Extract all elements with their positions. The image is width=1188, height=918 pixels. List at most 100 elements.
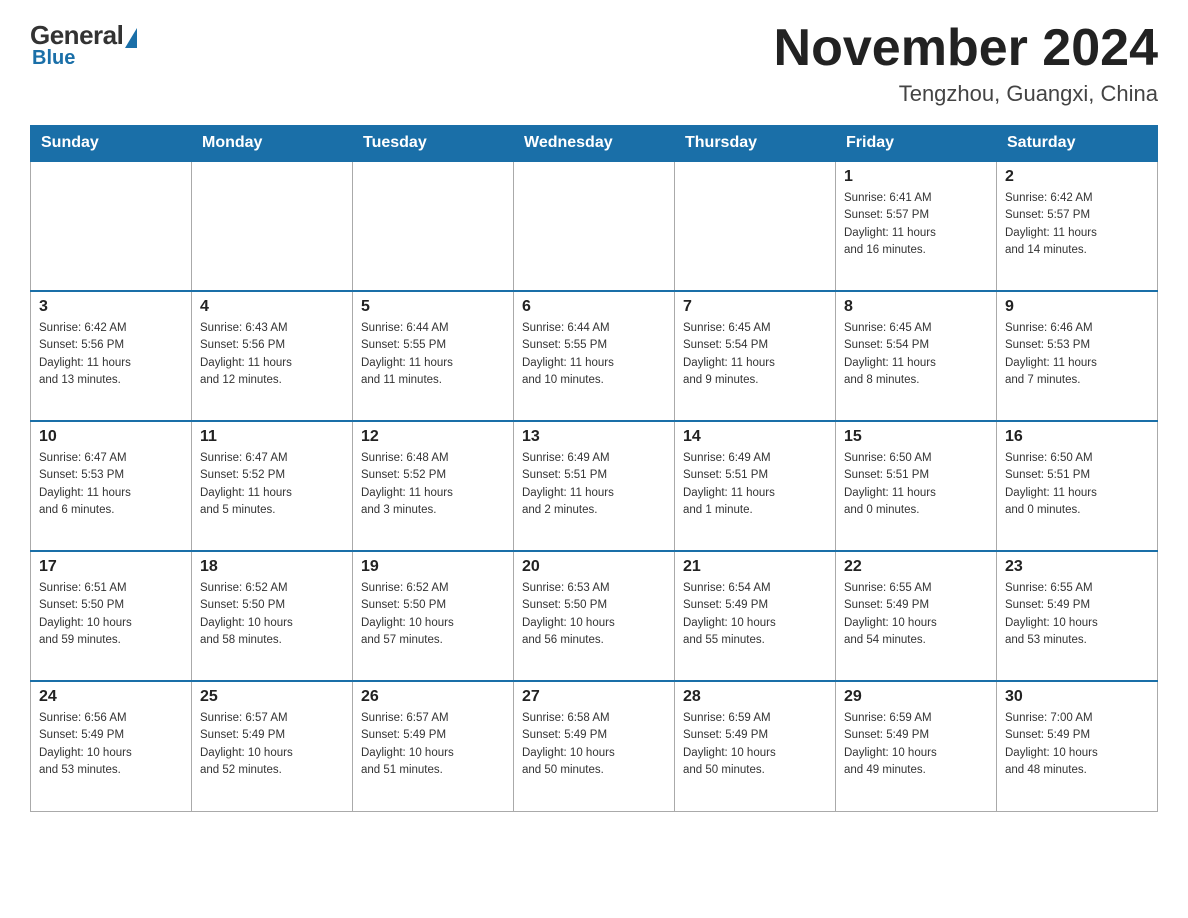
day-number: 20 <box>522 558 666 576</box>
day-number: 23 <box>1005 558 1149 576</box>
day-number: 18 <box>200 558 344 576</box>
day-info: Sunrise: 6:51 AM Sunset: 5:50 PM Dayligh… <box>39 580 183 649</box>
day-info: Sunrise: 6:52 AM Sunset: 5:50 PM Dayligh… <box>361 580 505 649</box>
day-info: Sunrise: 6:57 AM Sunset: 5:49 PM Dayligh… <box>361 710 505 779</box>
day-number: 27 <box>522 688 666 706</box>
calendar-cell: 30 Sunrise: 7:00 AM Sunset: 5:49 PM Dayli… <box>997 681 1158 811</box>
day-info: Sunrise: 6:45 AM Sunset: 5:54 PM Dayligh… <box>844 320 988 389</box>
day-info: Sunrise: 6:44 AM Sunset: 5:55 PM Dayligh… <box>522 320 666 389</box>
calendar-cell <box>31 161 192 291</box>
header-thursday: Thursday <box>675 126 836 162</box>
logo-blue-text: Blue <box>32 47 75 70</box>
week-row-3: 17Sunrise: 6:51 AM Sunset: 5:50 PM Dayli… <box>31 551 1158 681</box>
calendar-cell: 26 Sunrise: 6:57 AM Sunset: 5:49 PM Dayli… <box>353 681 514 811</box>
calendar-cell: 10Sunrise: 6:47 AM Sunset: 5:53 PM Dayli… <box>31 421 192 551</box>
calendar-cell: 25Sunrise: 6:57 AM Sunset: 5:49 PM Dayli… <box>192 681 353 811</box>
calendar-cell: 24Sunrise: 6:56 AM Sunset: 5:49 PM Dayli… <box>31 681 192 811</box>
day-number: 14 <box>683 428 827 446</box>
day-number: 11 <box>200 428 344 446</box>
calendar-cell: 5 Sunrise: 6:44 AM Sunset: 5:55 PM Daylig… <box>353 291 514 421</box>
day-info: Sunrise: 7:00 AM Sunset: 5:49 PM Dayligh… <box>1005 710 1149 779</box>
calendar-cell: 19 Sunrise: 6:52 AM Sunset: 5:50 PM Dayli… <box>353 551 514 681</box>
day-number: 22 <box>844 558 988 576</box>
day-number: 29 <box>844 688 988 706</box>
header-tuesday: Tuesday <box>353 126 514 162</box>
week-row-4: 24Sunrise: 6:56 AM Sunset: 5:49 PM Dayli… <box>31 681 1158 811</box>
day-info: Sunrise: 6:49 AM Sunset: 5:51 PM Dayligh… <box>522 450 666 519</box>
day-number: 7 <box>683 298 827 316</box>
calendar-cell: 17Sunrise: 6:51 AM Sunset: 5:50 PM Dayli… <box>31 551 192 681</box>
week-row-2: 10Sunrise: 6:47 AM Sunset: 5:53 PM Dayli… <box>31 421 1158 551</box>
day-info: Sunrise: 6:59 AM Sunset: 5:49 PM Dayligh… <box>844 710 988 779</box>
day-number: 5 <box>361 298 505 316</box>
day-number: 3 <box>39 298 183 316</box>
calendar-cell: 13 Sunrise: 6:49 AM Sunset: 5:51 PM Dayli… <box>514 421 675 551</box>
calendar-cell <box>192 161 353 291</box>
calendar-cell: 2 Sunrise: 6:42 AM Sunset: 5:57 PM Daylig… <box>997 161 1158 291</box>
month-title: November 2024 <box>774 20 1158 77</box>
calendar-cell: 7 Sunrise: 6:45 AM Sunset: 5:54 PM Daylig… <box>675 291 836 421</box>
day-number: 6 <box>522 298 666 316</box>
header-saturday: Saturday <box>997 126 1158 162</box>
day-info: Sunrise: 6:52 AM Sunset: 5:50 PM Dayligh… <box>200 580 344 649</box>
calendar-cell: 21Sunrise: 6:54 AM Sunset: 5:49 PM Dayli… <box>675 551 836 681</box>
day-number: 26 <box>361 688 505 706</box>
calendar-cell: 9 Sunrise: 6:46 AM Sunset: 5:53 PM Daylig… <box>997 291 1158 421</box>
day-number: 13 <box>522 428 666 446</box>
day-number: 30 <box>1005 688 1149 706</box>
day-number: 12 <box>361 428 505 446</box>
calendar-cell: 11 Sunrise: 6:47 AM Sunset: 5:52 PM Dayli… <box>192 421 353 551</box>
day-info: Sunrise: 6:57 AM Sunset: 5:49 PM Dayligh… <box>200 710 344 779</box>
day-number: 1 <box>844 168 988 186</box>
calendar-cell: 28Sunrise: 6:59 AM Sunset: 5:49 PM Dayli… <box>675 681 836 811</box>
calendar-cell: 12 Sunrise: 6:48 AM Sunset: 5:52 PM Dayli… <box>353 421 514 551</box>
day-info: Sunrise: 6:55 AM Sunset: 5:49 PM Dayligh… <box>1005 580 1149 649</box>
day-number: 2 <box>1005 168 1149 186</box>
calendar-cell: 14Sunrise: 6:49 AM Sunset: 5:51 PM Dayli… <box>675 421 836 551</box>
page-header: General Blue November 2024 Tengzhou, Gua… <box>30 20 1158 107</box>
day-info: Sunrise: 6:53 AM Sunset: 5:50 PM Dayligh… <box>522 580 666 649</box>
day-info: Sunrise: 6:58 AM Sunset: 5:49 PM Dayligh… <box>522 710 666 779</box>
day-info: Sunrise: 6:45 AM Sunset: 5:54 PM Dayligh… <box>683 320 827 389</box>
calendar-cell: 3 Sunrise: 6:42 AM Sunset: 5:56 PM Daylig… <box>31 291 192 421</box>
calendar-cell: 1 Sunrise: 6:41 AM Sunset: 5:57 PM Daylig… <box>836 161 997 291</box>
day-number: 8 <box>844 298 988 316</box>
day-info: Sunrise: 6:42 AM Sunset: 5:57 PM Dayligh… <box>1005 190 1149 259</box>
day-number: 28 <box>683 688 827 706</box>
logo-triangle-icon <box>125 28 137 48</box>
weekday-header-row: Sunday Monday Tuesday Wednesday Thursday… <box>31 126 1158 162</box>
header-wednesday: Wednesday <box>514 126 675 162</box>
calendar-cell: 27 Sunrise: 6:58 AM Sunset: 5:49 PM Dayli… <box>514 681 675 811</box>
logo: General Blue <box>30 20 137 70</box>
day-info: Sunrise: 6:46 AM Sunset: 5:53 PM Dayligh… <box>1005 320 1149 389</box>
header-monday: Monday <box>192 126 353 162</box>
week-row-0: 1 Sunrise: 6:41 AM Sunset: 5:57 PM Daylig… <box>31 161 1158 291</box>
day-info: Sunrise: 6:55 AM Sunset: 5:49 PM Dayligh… <box>844 580 988 649</box>
day-info: Sunrise: 6:47 AM Sunset: 5:52 PM Dayligh… <box>200 450 344 519</box>
day-info: Sunrise: 6:43 AM Sunset: 5:56 PM Dayligh… <box>200 320 344 389</box>
day-number: 21 <box>683 558 827 576</box>
day-info: Sunrise: 6:41 AM Sunset: 5:57 PM Dayligh… <box>844 190 988 259</box>
calendar-cell: 4Sunrise: 6:43 AM Sunset: 5:56 PM Daylig… <box>192 291 353 421</box>
day-number: 16 <box>1005 428 1149 446</box>
calendar-cell: 6 Sunrise: 6:44 AM Sunset: 5:55 PM Daylig… <box>514 291 675 421</box>
day-number: 9 <box>1005 298 1149 316</box>
calendar-cell: 29 Sunrise: 6:59 AM Sunset: 5:49 PM Dayli… <box>836 681 997 811</box>
day-number: 10 <box>39 428 183 446</box>
calendar-cell: 8 Sunrise: 6:45 AM Sunset: 5:54 PM Daylig… <box>836 291 997 421</box>
day-info: Sunrise: 6:50 AM Sunset: 5:51 PM Dayligh… <box>1005 450 1149 519</box>
calendar-cell: 23 Sunrise: 6:55 AM Sunset: 5:49 PM Dayli… <box>997 551 1158 681</box>
day-info: Sunrise: 6:50 AM Sunset: 5:51 PM Dayligh… <box>844 450 988 519</box>
location-text: Tengzhou, Guangxi, China <box>774 81 1158 107</box>
calendar-cell: 15Sunrise: 6:50 AM Sunset: 5:51 PM Dayli… <box>836 421 997 551</box>
header-friday: Friday <box>836 126 997 162</box>
header-sunday: Sunday <box>31 126 192 162</box>
calendar-cell: 22 Sunrise: 6:55 AM Sunset: 5:49 PM Dayli… <box>836 551 997 681</box>
title-section: November 2024 Tengzhou, Guangxi, China <box>774 20 1158 107</box>
day-number: 19 <box>361 558 505 576</box>
day-info: Sunrise: 6:56 AM Sunset: 5:49 PM Dayligh… <box>39 710 183 779</box>
day-info: Sunrise: 6:48 AM Sunset: 5:52 PM Dayligh… <box>361 450 505 519</box>
day-info: Sunrise: 6:42 AM Sunset: 5:56 PM Dayligh… <box>39 320 183 389</box>
day-info: Sunrise: 6:44 AM Sunset: 5:55 PM Dayligh… <box>361 320 505 389</box>
calendar-cell <box>353 161 514 291</box>
